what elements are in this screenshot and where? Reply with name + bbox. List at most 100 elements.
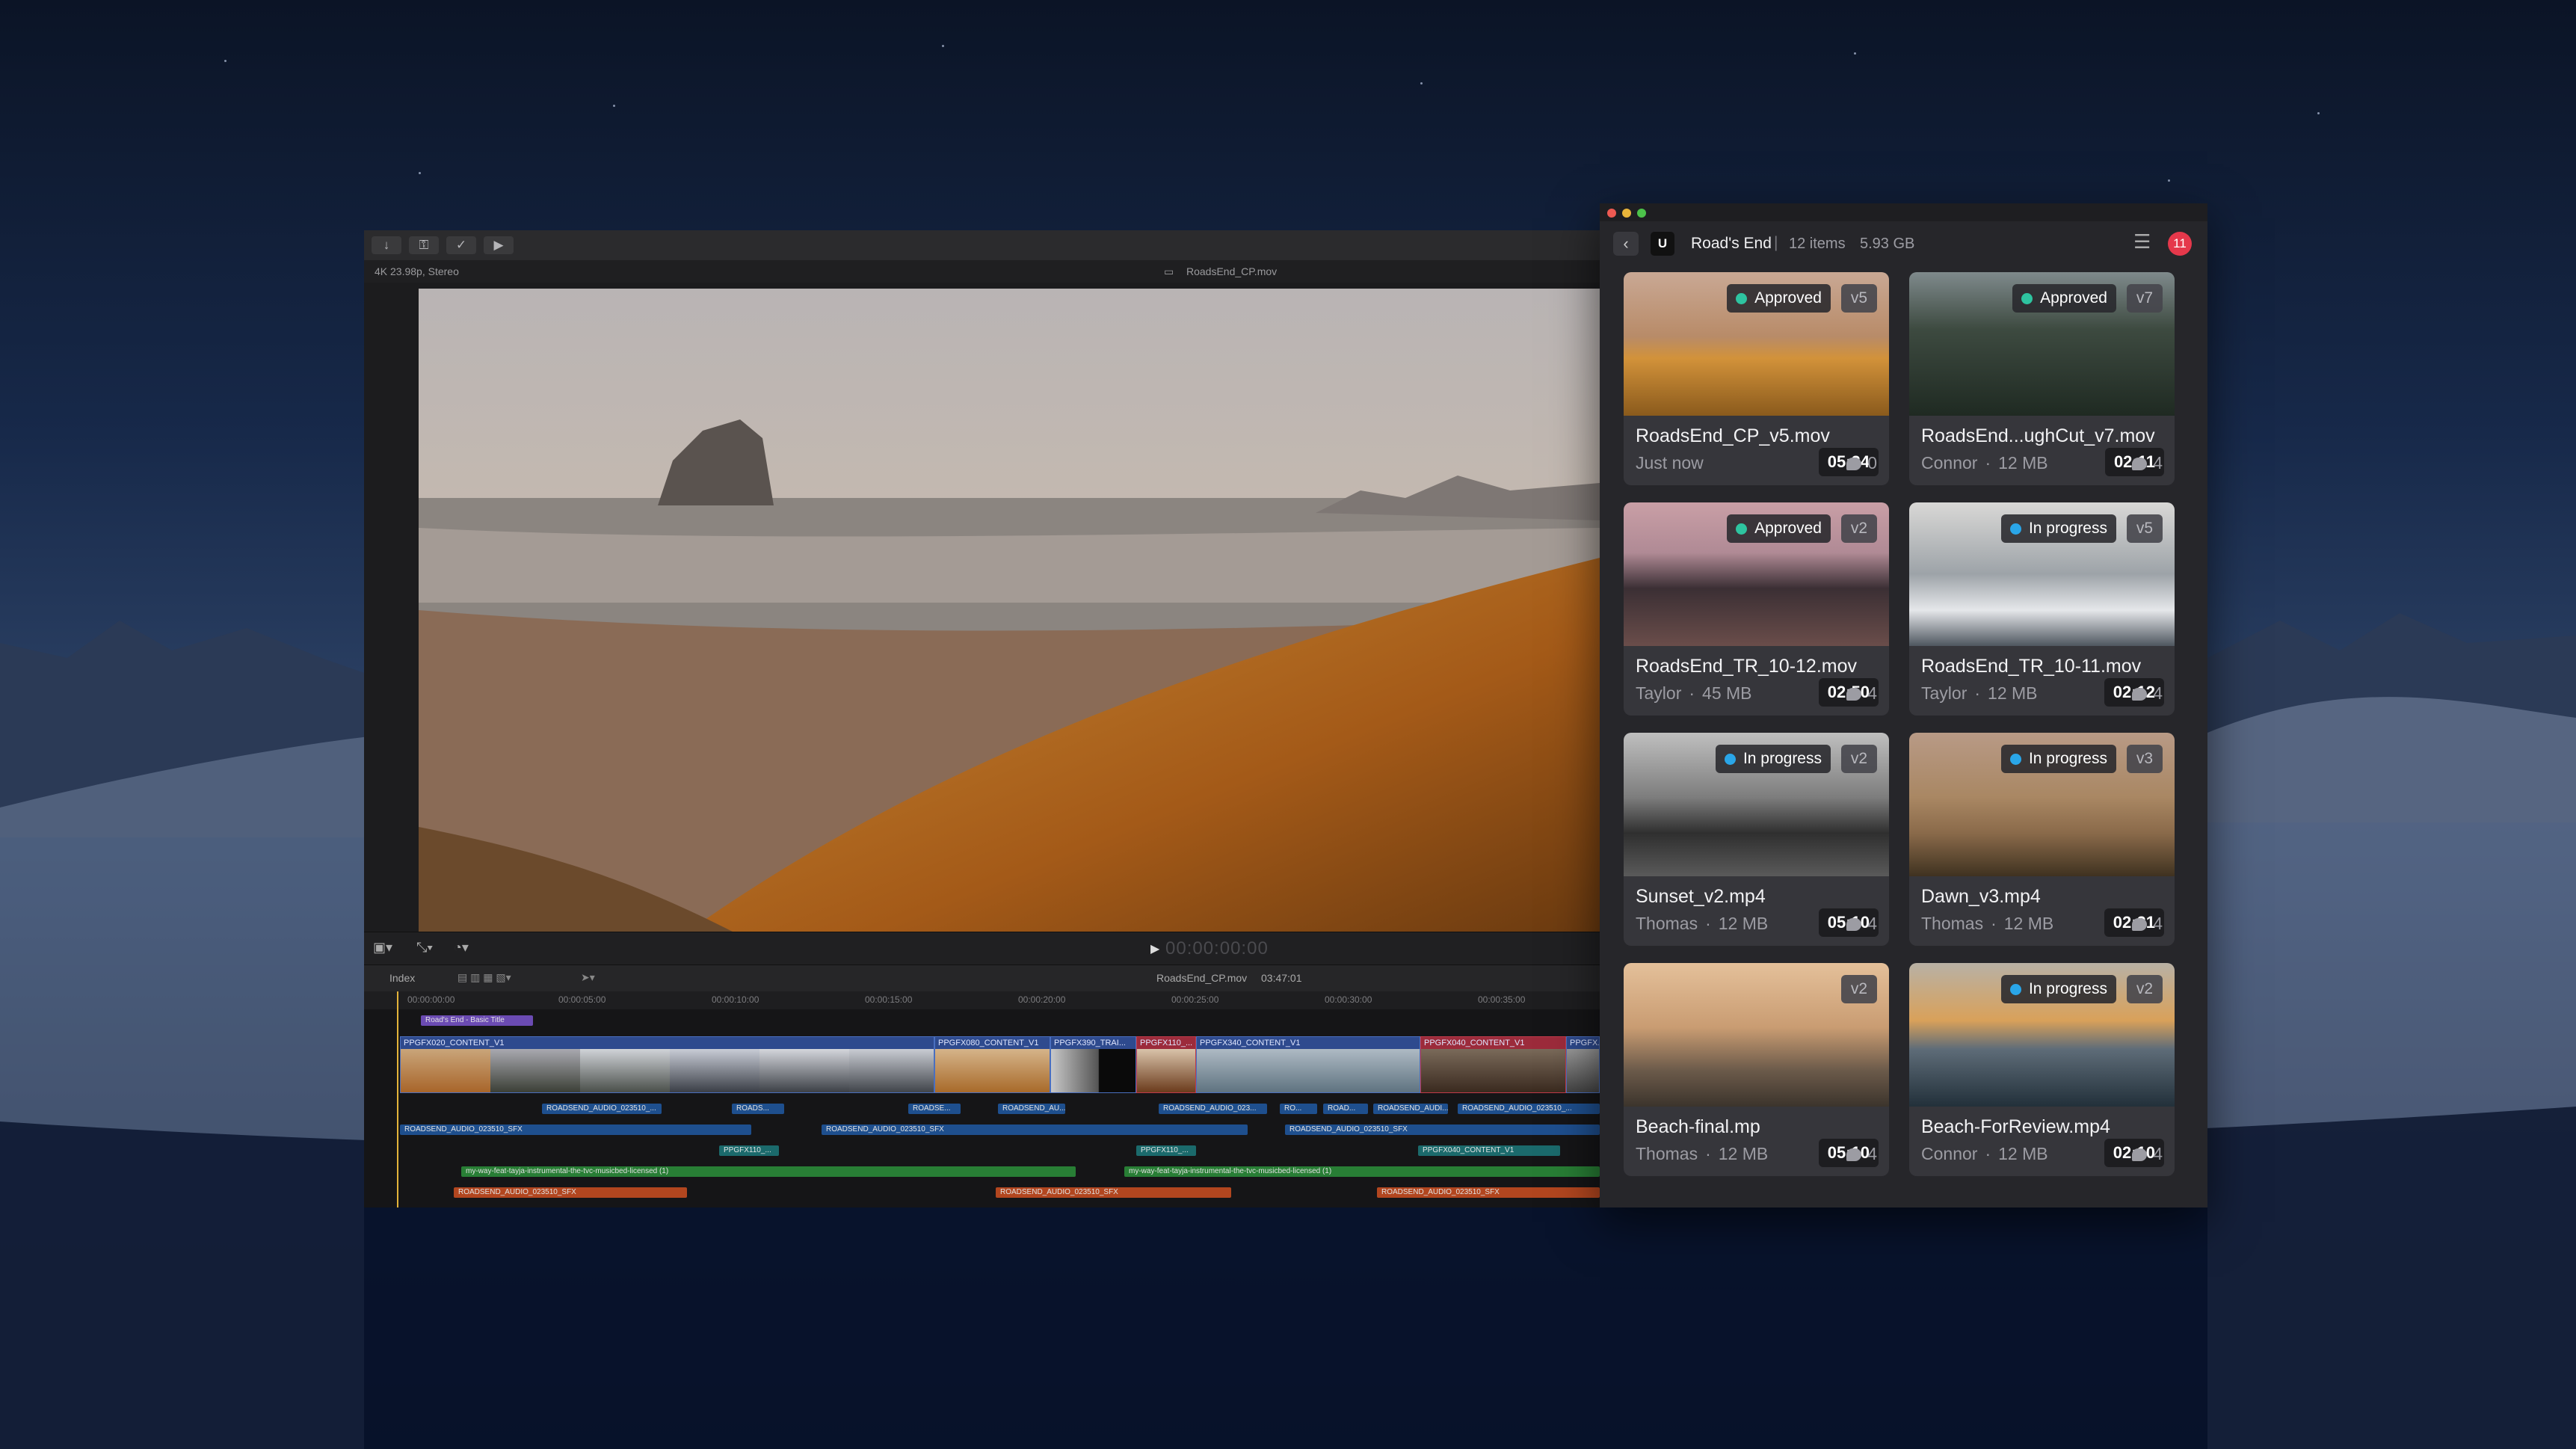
viewer-info-bar: 4K 23.98p, Stereo ▭ RoadsEnd_CP.mov [364,260,1600,283]
clip-thumbnail [580,1049,670,1092]
zoom-button[interactable] [1637,209,1646,218]
import-icon[interactable]: ↓ [372,236,401,254]
comment-count-value: 4 [1867,1144,1877,1163]
status-badge[interactable]: Approved [2012,284,2116,313]
version-badge[interactable]: v2 [1841,514,1877,543]
comment-count[interactable]: 4 [2132,914,2163,934]
connected-clip[interactable]: PPGFX040_CONTENT_V1 [1418,1145,1560,1156]
asset-card[interactable]: In progressv202:10Beach-ForReview.mp4Con… [1909,963,2175,1176]
video-clip[interactable]: PPGFX110_... [1136,1036,1196,1093]
asset-card[interactable]: In progressv302:21Dawn_v3.mp4Thomas·12 M… [1909,733,2175,946]
video-clip[interactable]: PPGFX340_CONTENT_V1 [1196,1036,1420,1093]
meta-dot: · [1985,1144,1991,1163]
playback-timecode: 00:00:00:00 [1165,938,1269,959]
status-label: In progress [1743,750,1822,767]
audio-clip[interactable]: ROADSEND_AUDIO_023510_SFX [400,1125,751,1135]
sfx-clip[interactable]: ROADSEND_AUDIO_023510_SFX [454,1187,687,1198]
comment-count[interactable]: 4 [1846,1144,1877,1164]
audio-clip[interactable]: ROADSEND_AUDIO_023510_SFX [822,1125,1248,1135]
asset-meta: Connor · 12 MB [1921,1144,2048,1164]
audio-clip[interactable]: ROADSEND_AUDIO_023... [1159,1104,1267,1114]
audio-clip[interactable]: ROADSE... [908,1104,961,1114]
comment-count[interactable]: 4 [1846,914,1877,934]
audio-clip[interactable]: ROADS... [732,1104,784,1114]
list-view-icon[interactable]: ☰ [2133,230,2151,253]
music-clip[interactable]: my-way-feat-tayja-instrumental-the-tvc-m… [1124,1166,1600,1177]
version-badge[interactable]: v3 [2127,745,2163,773]
media-browser-panel: ‹ U Road's End | 12 items 5.93 GB ☰ 11 A… [1600,203,2207,1208]
audio-clip[interactable]: ROADSEND_AUDIO_023510_... [1458,1104,1600,1114]
comment-count[interactable]: 4 [1846,683,1877,704]
asset-meta: Thomas · 12 MB [1636,914,1768,934]
video-clip[interactable]: PPGFX020_CONTENT_V1 [400,1036,934,1093]
status-badge[interactable]: In progress [2000,514,2116,543]
timeline-ruler[interactable]: 00:00:00:00 00:00:05:00 00:00:10:00 00:0… [364,991,1600,1009]
comment-count-value: 4 [2153,453,2163,473]
status-badge[interactable]: Approved [1727,514,1831,543]
connected-clip[interactable]: PPGFX110_... [1136,1145,1196,1156]
check-icon[interactable]: ✓ [446,236,476,254]
asset-filename: RoadsEnd_TR_10-11.mov [1921,656,2142,677]
comment-count-value: 4 [2153,683,2163,703]
video-viewer[interactable] [419,289,1600,932]
comment-count[interactable]: 4 [2132,453,2163,473]
status-badge[interactable]: In progress [2000,745,2116,773]
minimize-button[interactable] [1622,209,1631,218]
version-badge[interactable]: v2 [1841,975,1877,1003]
index-button[interactable]: Index [389,972,415,984]
audio-clip[interactable]: ROADSEND_AUDIO_023510_SFX [1285,1125,1600,1135]
asset-card[interactable]: v205:10Beach-final.mpThomas·12 MB4 [1624,963,1889,1176]
video-clip[interactable]: PPGFX040_CONTENT_V1 [1420,1036,1566,1093]
video-clip-label: PPGFX... [1567,1037,1599,1049]
comment-count[interactable]: 4 [2132,683,2163,704]
ruler-tick: 00:00:00:00 [407,994,455,1005]
share-icon[interactable]: ▶ [484,236,514,254]
view-options-icon[interactable]: ▣▾ [373,940,392,956]
sfx-clip[interactable]: ROADSEND_AUDIO_023510_SFX [996,1187,1231,1198]
back-button[interactable]: ‹ [1613,232,1639,256]
audio-clip[interactable]: RO... [1280,1104,1317,1114]
title-clip[interactable]: Road's End - Basic Title [421,1015,533,1026]
viewer-frame-image [419,289,1600,932]
connected-clip[interactable]: PPGFX110_... [719,1145,779,1156]
status-badge[interactable]: In progress [2000,975,2116,1003]
comment-count[interactable]: 0 [1846,453,1877,473]
close-button[interactable] [1607,209,1616,218]
status-badge[interactable]: Approved [1727,284,1831,313]
audio-clip[interactable]: ROADSEND_AUDI... [1373,1104,1448,1114]
keyword-icon[interactable]: ⚿ [409,236,439,254]
audio-clip[interactable]: ROADSEND_AUDIO_023510_... [542,1104,662,1114]
playhead[interactable] [397,991,398,1208]
audio-clip[interactable]: ROADSEND_AU... [998,1104,1065,1114]
version-badge[interactable]: v5 [2127,514,2163,543]
music-clip[interactable]: my-way-feat-tayja-instrumental-the-tvc-m… [461,1166,1076,1177]
version-badge[interactable]: v2 [2127,975,2163,1003]
timeline-tracks[interactable]: Road's End - Basic Title PPGFX020_CONTEN… [364,991,1600,1208]
asset-size: 45 MB [1702,683,1752,703]
ruler-tick: 00:00:30:00 [1325,994,1372,1005]
asset-card[interactable]: Approvedv505:24RoadsEnd_CP_v5.movJust no… [1624,272,1889,485]
video-clip[interactable]: PPGFX... [1566,1036,1600,1093]
asset-card[interactable]: In progressv205:10Sunset_v2.mp4Thomas·12… [1624,733,1889,946]
video-editor-window: ↓ ⚿ ✓ ▶ 4K 23.98p, Stereo ▭ RoadsEnd_CP.… [364,230,1600,1208]
version-badge[interactable]: v5 [1841,284,1877,313]
video-clip[interactable]: PPGFX390_TRAI... [1050,1036,1136,1093]
status-badge[interactable]: In progress [1715,745,1831,773]
version-badge[interactable]: v7 [2127,284,2163,313]
sfx-clip[interactable]: ROADSEND_AUDIO_023510_SFX [1377,1187,1600,1198]
video-clip[interactable]: PPGFX080_CONTENT_V1 [934,1036,1050,1093]
speed-icon[interactable]: ◔▾ [454,940,469,956]
play-icon[interactable]: ▶ [1150,941,1159,956]
asset-card[interactable]: Approvedv202:50RoadsEnd_TR_10-12.movTayl… [1624,502,1889,716]
notification-badge[interactable]: 11 [2168,232,2192,256]
project-name: Road's End [1691,235,1772,252]
comment-count[interactable]: 4 [2132,1144,2163,1164]
version-badge[interactable]: v2 [1841,745,1877,773]
clip-appearance-icon[interactable]: ▤ ▥ ▦ ▧▾ [457,971,511,984]
select-tool-icon[interactable]: ➤▾ [581,971,595,984]
transform-icon[interactable]: ⤡▾ [416,940,433,956]
asset-card[interactable]: In progressv502:12RoadsEnd_TR_10-11.movT… [1909,502,2175,716]
audio-clip[interactable]: ROAD... [1323,1104,1368,1114]
asset-card[interactable]: Approvedv702:11RoadsEnd...ughCut_v7.movC… [1909,272,2175,485]
asset-grid: Approvedv505:24RoadsEnd_CP_v5.movJust no… [1600,266,2207,1208]
